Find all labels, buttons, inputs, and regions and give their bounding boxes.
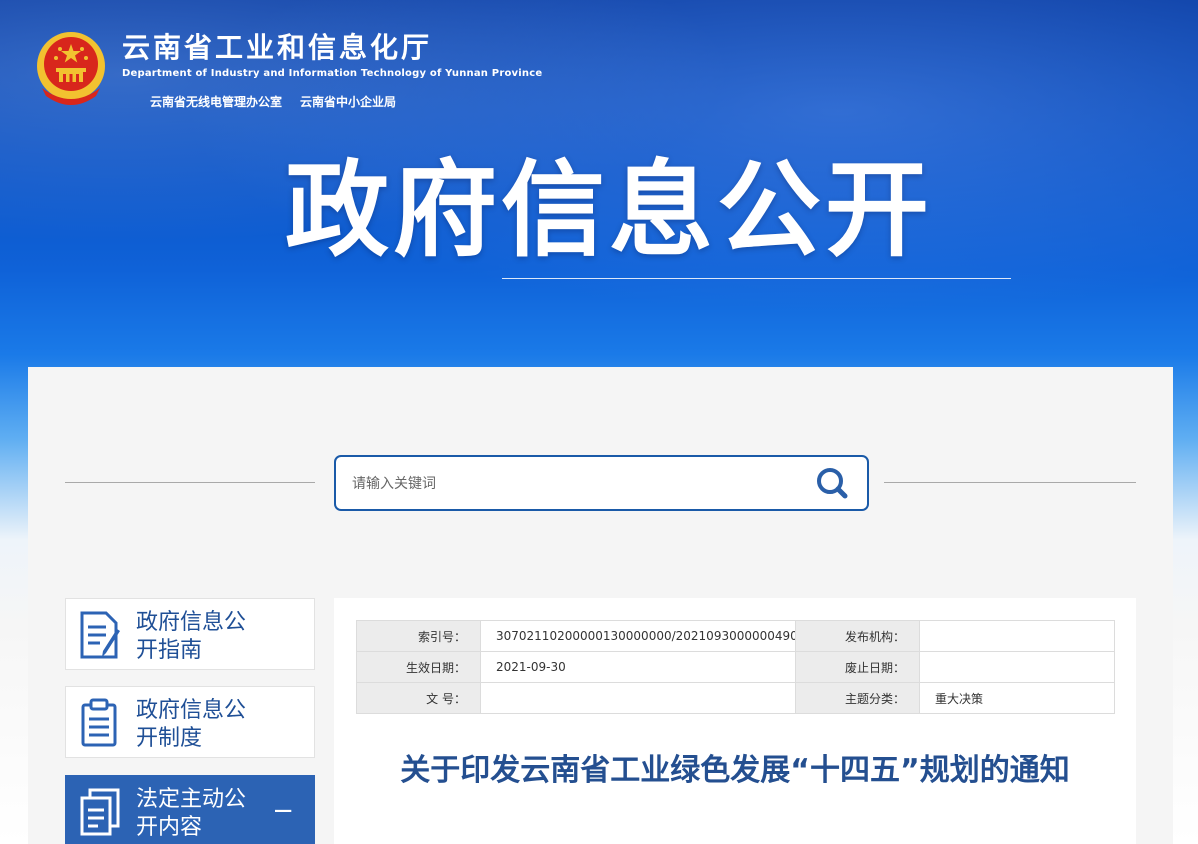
sidebar-item-statutory[interactable]: 法定主动公开内容 − bbox=[65, 775, 315, 844]
clipboard-icon bbox=[81, 698, 117, 747]
search-box bbox=[334, 455, 869, 511]
search-divider-left bbox=[65, 482, 315, 483]
link-radio-office[interactable]: 云南省无线电管理办公室 bbox=[150, 93, 282, 110]
table-row: 索引号： 30702110200000130000000/20210930000… bbox=[356, 620, 1115, 652]
sidebar-item-guide[interactable]: 政府信息公开指南 bbox=[65, 598, 315, 670]
meta-key-effective-date: 生效日期： bbox=[356, 651, 481, 683]
meta-key-index: 索引号： bbox=[356, 620, 481, 652]
meta-value-effective-date: 2021-09-30 bbox=[480, 651, 796, 683]
article-content: 索引号： 30702110200000130000000/20210930000… bbox=[334, 598, 1136, 844]
meta-value-publisher bbox=[919, 620, 1115, 652]
sidebar-item-label: 政府信息公开指南 bbox=[136, 610, 247, 663]
article-title: 关于印发云南省工业绿色发展“十四五”规划的通知 bbox=[400, 753, 1070, 788]
meta-value-topic: 重大决策 bbox=[919, 682, 1115, 714]
search-divider-right bbox=[884, 482, 1136, 483]
meta-value-doc-number bbox=[480, 682, 796, 714]
table-row: 生效日期： 2021-09-30 废止日期： bbox=[356, 651, 1115, 683]
meta-key-topic: 主题分类： bbox=[795, 682, 920, 714]
metadata-table: 索引号： 30702110200000130000000/20210930000… bbox=[356, 620, 1115, 714]
meta-key-repeal-date: 废止日期： bbox=[795, 651, 920, 683]
link-sme-bureau[interactable]: 云南省中小企业局 bbox=[300, 93, 396, 110]
search-icon[interactable] bbox=[812, 466, 852, 500]
meta-key-doc-number: 文 号： bbox=[356, 682, 481, 714]
document-pen-icon bbox=[80, 611, 120, 659]
meta-value-repeal-date bbox=[919, 651, 1115, 683]
hero-underline bbox=[502, 278, 1011, 279]
sub-links: 云南省无线电管理办公室 云南省中小企业局 bbox=[150, 93, 396, 110]
org-title: 云南省工业和信息化厅 bbox=[122, 31, 433, 64]
collapse-toggle[interactable]: − bbox=[272, 796, 294, 826]
search-input[interactable] bbox=[350, 469, 794, 499]
national-emblem-icon bbox=[37, 32, 105, 105]
table-row: 文 号： 主题分类： 重大决策 bbox=[356, 682, 1115, 714]
hero-title: 政府信息公开 bbox=[285, 149, 934, 271]
org-subtitle-en: Department of Industry and Information T… bbox=[122, 68, 543, 79]
sidebar-item-label: 法定主动公开内容 bbox=[136, 787, 247, 840]
sidebar-item-label: 政府信息公开制度 bbox=[136, 698, 247, 751]
meta-value-index: 30702110200000130000000/2021093000000490 bbox=[480, 620, 796, 652]
meta-key-publisher: 发布机构： bbox=[795, 620, 920, 652]
documents-icon bbox=[80, 788, 120, 836]
sidebar-item-system[interactable]: 政府信息公开制度 bbox=[65, 686, 315, 758]
